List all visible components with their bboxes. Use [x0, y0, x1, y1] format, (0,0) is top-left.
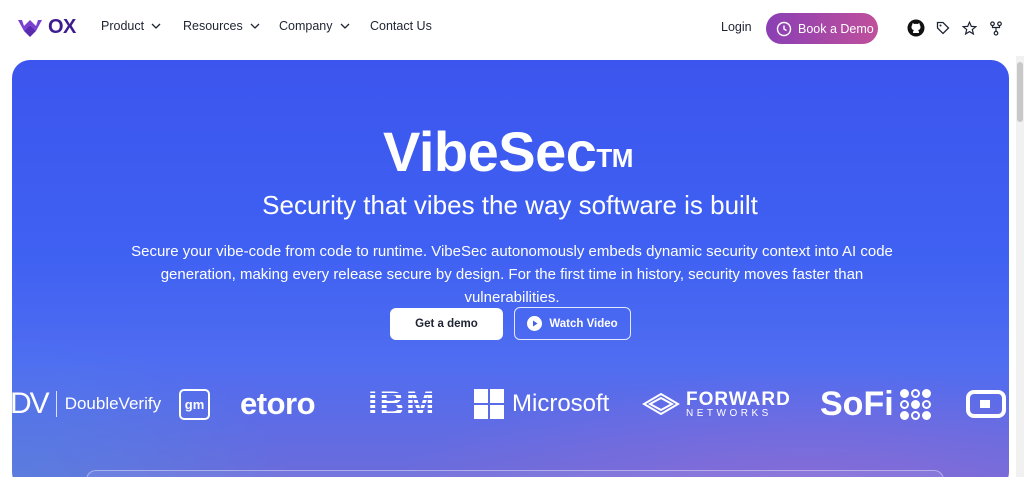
forward-networks-icon [642, 392, 680, 416]
hero-title: VibeSecTM [0, 122, 1016, 182]
nav-company-label: Company [279, 19, 333, 33]
etoro-logo: etoro [240, 380, 316, 428]
partial-brand-icon [966, 390, 1006, 418]
logo-divider [55, 391, 57, 417]
chevron-down-icon [340, 23, 349, 29]
nav-product-label: Product [101, 19, 145, 33]
hero-description-line-2: generation, making every release secure … [160, 266, 864, 306]
nav-company[interactable]: Company [279, 19, 351, 33]
hero-description-line-1: Secure your vibe-code from code to runti… [131, 243, 893, 260]
clock-icon [776, 21, 792, 36]
customer-logo-strip: DV DoubleVerify gm etoro IBM Microsoft F… [12, 380, 1009, 430]
brand-name: OX [48, 16, 76, 38]
scrollbar-thumb[interactable] [1017, 62, 1023, 122]
book-demo-label: Book a Demo [798, 21, 874, 36]
hero-bottom-panel [86, 470, 944, 477]
sofi-dots-icon [899, 388, 931, 420]
doubleverify-mark: DV [12, 387, 50, 420]
chevron-down-icon [151, 23, 161, 29]
chevron-down-icon [250, 23, 260, 29]
ox-logo[interactable]: OX [16, 16, 76, 39]
tag-icon[interactable] [934, 19, 952, 37]
nav-resources[interactable]: Resources [183, 19, 261, 33]
forward-networks-logo: FORWARD NETWORKS [642, 380, 791, 428]
ox-horns-icon [18, 19, 42, 37]
microsoft-logo: Microsoft [474, 380, 609, 428]
watch-video-label: Watch Video [549, 317, 618, 330]
doubleverify-wordmark: DoubleVerify [64, 394, 162, 413]
nav-resources-label: Resources [183, 19, 243, 33]
hero-title-text: VibeSec [383, 120, 597, 183]
star-icon[interactable] [960, 19, 978, 37]
forward-wordmark: FORWARD [686, 388, 791, 410]
top-navigation: OX Product Resources Company Contact Us … [0, 0, 1024, 56]
networks-wordmark: NETWORKS [686, 407, 772, 419]
book-demo-button[interactable]: Book a Demo [766, 13, 878, 44]
gm-logo: gm [179, 380, 210, 428]
partial-logo [966, 380, 1006, 428]
sofi-logo: SoFi [820, 380, 931, 428]
fork-icon[interactable] [987, 19, 1005, 37]
hero-subtitle: Security that vibes the way software is … [262, 190, 758, 220]
gm-wordmark: gm [179, 388, 210, 420]
forward-networks-wordmark: FORWARD NETWORKS [686, 390, 791, 419]
nav-contact-us[interactable]: Contact Us [370, 19, 432, 33]
nav-contact-label: Contact Us [370, 19, 432, 33]
microsoft-grid-icon [474, 389, 504, 419]
watch-video-button[interactable]: Watch Video [514, 307, 631, 340]
ibm-logo: IBM [368, 380, 436, 428]
microsoft-wordmark: Microsoft [512, 390, 610, 417]
hero-description: Secure your vibe-code from code to runti… [112, 240, 912, 309]
nav-product[interactable]: Product [101, 19, 162, 33]
get-demo-button[interactable]: Get a demo [390, 308, 503, 340]
etoro-wordmark: etoro [240, 386, 316, 421]
ibm-wordmark: IBM [368, 384, 437, 423]
doubleverify-logo: DV DoubleVerify [12, 380, 161, 428]
trademark-mark: TM [596, 143, 633, 173]
github-icon[interactable] [907, 19, 925, 37]
sofi-wordmark: SoFi [820, 384, 894, 423]
play-icon [527, 316, 543, 331]
login-link[interactable]: Login [721, 20, 752, 34]
